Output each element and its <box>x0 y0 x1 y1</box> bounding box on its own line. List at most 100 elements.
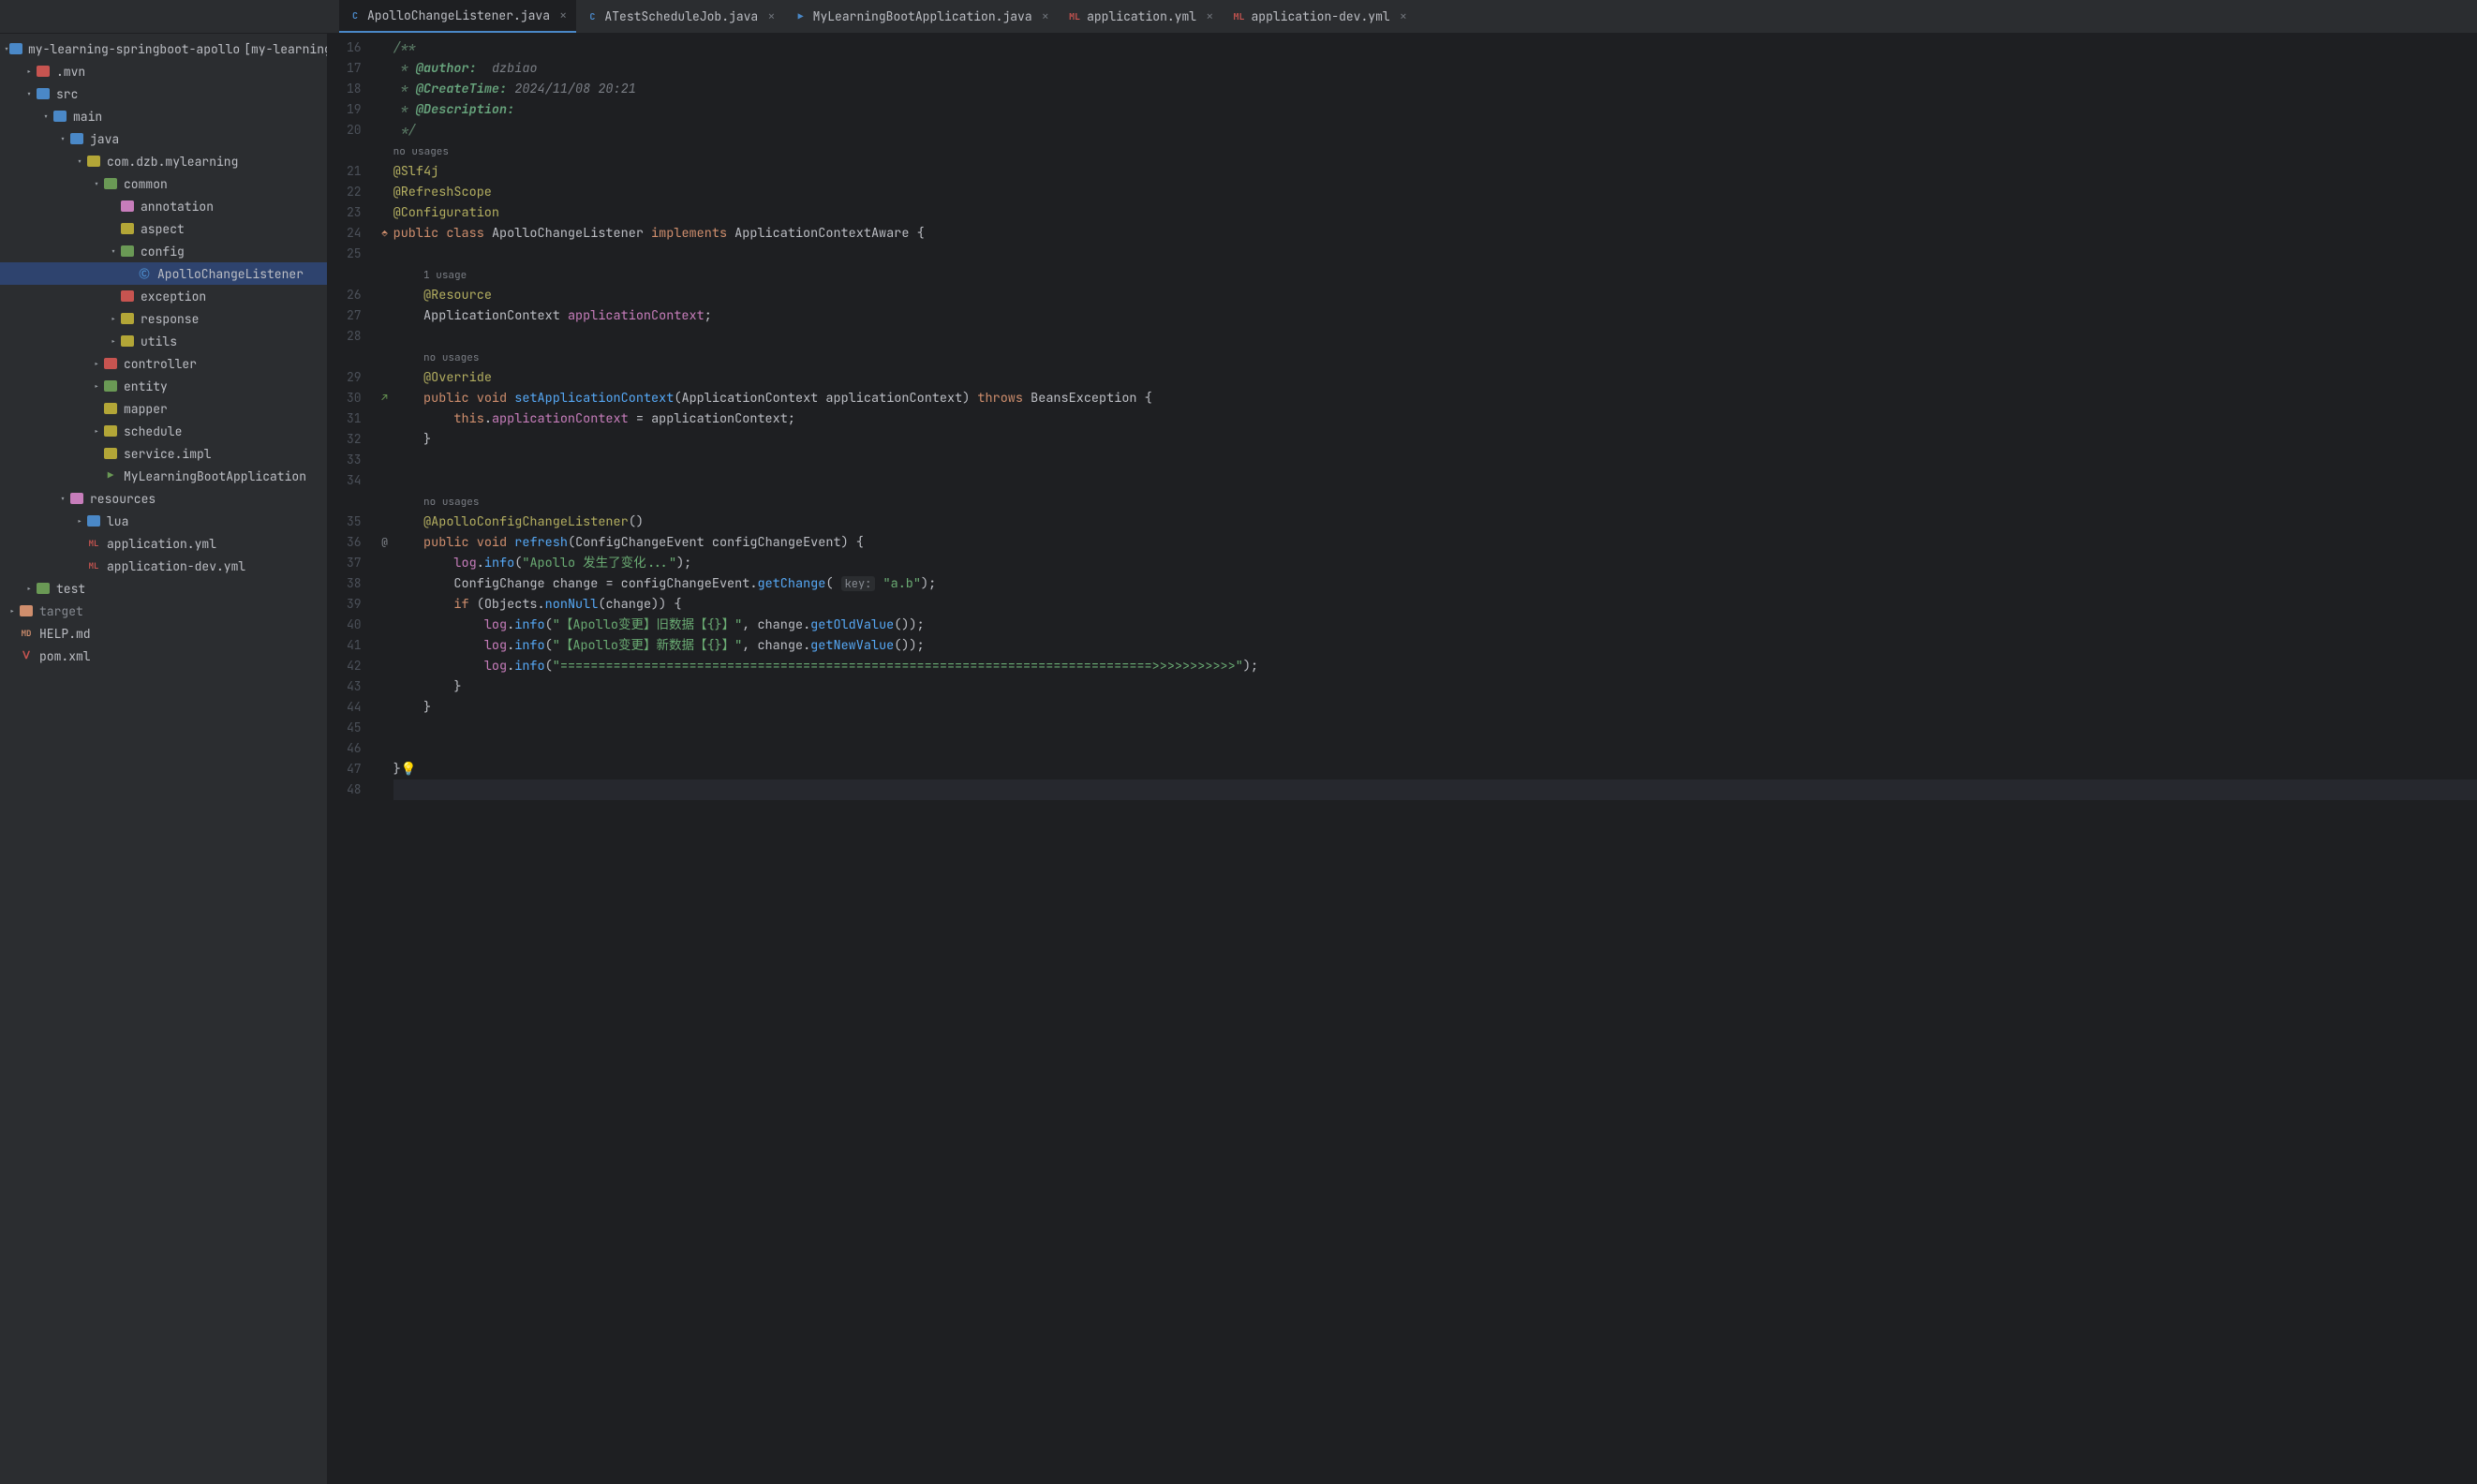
module-icon <box>9 41 22 56</box>
folder-icon <box>86 513 101 528</box>
tree-row-response[interactable]: ▸response <box>0 307 327 330</box>
folder-icon <box>120 289 135 304</box>
tree-row--mvn[interactable]: ▸.mvn <box>0 60 327 82</box>
folder-icon <box>69 491 84 506</box>
tree-row-service-impl[interactable]: service.impl <box>0 442 327 465</box>
chevron-icon: ▾ <box>73 156 86 168</box>
folder-icon <box>120 311 135 326</box>
annotation-gutter-icon[interactable]: @ <box>381 536 388 549</box>
tree-item-label: test <box>56 581 85 597</box>
tree-row-utils[interactable]: ▸utils <box>0 330 327 352</box>
close-icon[interactable]: × <box>1206 8 1213 25</box>
tree-item-label: response <box>141 311 199 327</box>
chevron-icon: ▸ <box>6 605 19 617</box>
tree-root-label: my-learning-springboot-apollo <box>28 41 240 57</box>
folder-icon <box>86 154 101 169</box>
tree-item-label: src <box>56 86 78 102</box>
tree-row-config[interactable]: ▾ config <box>0 240 327 262</box>
tree-item-label: ApolloChangeListener <box>157 266 304 282</box>
editor-tab[interactable]: MLapplication.yml× <box>1059 0 1223 33</box>
tab-label: application.yml <box>1087 8 1196 24</box>
tree-item-label: schedule <box>124 423 182 439</box>
tree-row-main[interactable]: ▾main <box>0 105 327 127</box>
chevron-icon: ▸ <box>90 380 103 393</box>
tree-row-help-md[interactable]: MDHELP.md <box>0 622 327 645</box>
tree-row-aspect[interactable]: aspect <box>0 217 327 240</box>
tab-label: application-dev.yml <box>1251 8 1389 24</box>
tree-row-test[interactable]: ▸test <box>0 577 327 600</box>
tree-item-label: common <box>124 176 168 192</box>
chevron-icon: ▾ <box>56 493 69 505</box>
tab-label: ApolloChangeListener.java <box>367 7 550 23</box>
tree-row-com-dzb-mylearning[interactable]: ▾ com.dzb.mylearning <box>0 150 327 172</box>
close-icon[interactable]: × <box>767 8 775 25</box>
editor-tab[interactable]: C ATestScheduleJob.java × <box>576 0 784 33</box>
editor-tab[interactable]: C ApolloChangeListener.java × <box>339 0 576 33</box>
yml-file-icon: ML <box>86 536 101 551</box>
tree-item-label: MyLearningBootApplication <box>124 468 306 484</box>
line-number-gutter: 1617181920212223242526272829303132333435… <box>328 37 377 1484</box>
tree-row-resources[interactable]: ▾ resources <box>0 487 327 510</box>
chevron-icon: ▸ <box>90 425 103 438</box>
tree-row-java[interactable]: ▾java <box>0 127 327 150</box>
tree-item-label: entity <box>124 378 168 394</box>
tree-root[interactable]: ▾ my-learning-springboot-apollo [my-lear… <box>0 37 327 60</box>
tree-row-application-dev-yml[interactable]: MLapplication-dev.yml <box>0 555 327 577</box>
folder-icon <box>120 199 135 214</box>
close-icon[interactable]: × <box>559 7 567 24</box>
chevron-icon: ▾ <box>22 88 36 100</box>
tree-item-label: java <box>90 131 119 147</box>
tree-row-apollochangelistener[interactable]: ⒸApolloChangeListener <box>0 262 327 285</box>
tree-item-label: resources <box>90 491 156 507</box>
maven-file-icon: Ⅴ <box>19 648 34 663</box>
code-editor[interactable]: 1617181920212223242526272829303132333435… <box>328 34 2477 1484</box>
folder-icon <box>69 131 84 146</box>
tree-row-controller[interactable]: ▸controller <box>0 352 327 375</box>
implements-gutter-icon[interactable]: ⬘ <box>381 227 388 240</box>
close-icon[interactable]: × <box>1042 8 1049 25</box>
folder-icon <box>36 581 51 596</box>
tree-row-exception[interactable]: exception <box>0 285 327 307</box>
tree-item-label: mapper <box>124 401 168 417</box>
chevron-icon: ▾ <box>90 178 103 190</box>
editor-tab[interactable]: MLapplication-dev.yml× <box>1223 0 1416 33</box>
tree-item-label: target <box>39 603 83 619</box>
tree-row-entity[interactable]: ▸ entity <box>0 375 327 397</box>
tree-item-label: pom.xml <box>39 648 91 664</box>
close-icon[interactable]: × <box>1400 8 1407 25</box>
folder-icon <box>120 221 135 236</box>
chevron-icon: ▸ <box>90 358 103 370</box>
tree-row-schedule[interactable]: ▸ schedule <box>0 420 327 442</box>
class-icon: C <box>586 10 599 23</box>
tab-label: ATestScheduleJob.java <box>604 8 758 24</box>
class-icon: C <box>349 9 362 22</box>
tree-item-label: config <box>141 244 185 260</box>
tree-row-application-yml[interactable]: MLapplication.yml <box>0 532 327 555</box>
tree-item-label: annotation <box>141 199 214 215</box>
tree-row-mylearningbootapplication[interactable]: ▶MyLearningBootApplication <box>0 465 327 487</box>
tree-item-label: com.dzb.mylearning <box>107 154 238 170</box>
folder-icon <box>120 244 135 259</box>
chevron-icon: ▸ <box>22 66 36 78</box>
tree-row-lua[interactable]: ▸lua <box>0 510 327 532</box>
folder-icon <box>36 64 51 79</box>
tree-row-src[interactable]: ▾ src <box>0 82 327 105</box>
folder-icon <box>103 356 118 371</box>
tree-item-label: lua <box>107 513 128 529</box>
chevron-icon: ▾ <box>107 245 120 258</box>
yml-file-icon: ML <box>86 558 101 573</box>
tree-row-annotation[interactable]: annotation <box>0 195 327 217</box>
project-tree[interactable]: ▾ my-learning-springboot-apollo [my-lear… <box>0 34 328 1484</box>
code-area[interactable]: /** * @author: dzbiao * @CreateTime: 202… <box>393 37 2477 1484</box>
tree-row-target[interactable]: ▸ target <box>0 600 327 622</box>
tree-row-mapper[interactable]: mapper <box>0 397 327 420</box>
chevron-icon: ▸ <box>107 335 120 348</box>
tree-row-common[interactable]: ▾ common <box>0 172 327 195</box>
editor-tabs: C ApolloChangeListener.java × C ATestSchedul… <box>0 0 2477 34</box>
editor-tab[interactable]: ▶MyLearningBootApplication.java× <box>785 0 1059 33</box>
tab-label: MyLearningBootApplication.java <box>813 8 1032 24</box>
folder-icon <box>103 176 118 191</box>
tree-row-pom-xml[interactable]: Ⅴpom.xml <box>0 645 327 667</box>
override-gutter-icon[interactable]: ↗ <box>381 392 388 405</box>
chevron-icon: ▾ <box>39 111 52 123</box>
